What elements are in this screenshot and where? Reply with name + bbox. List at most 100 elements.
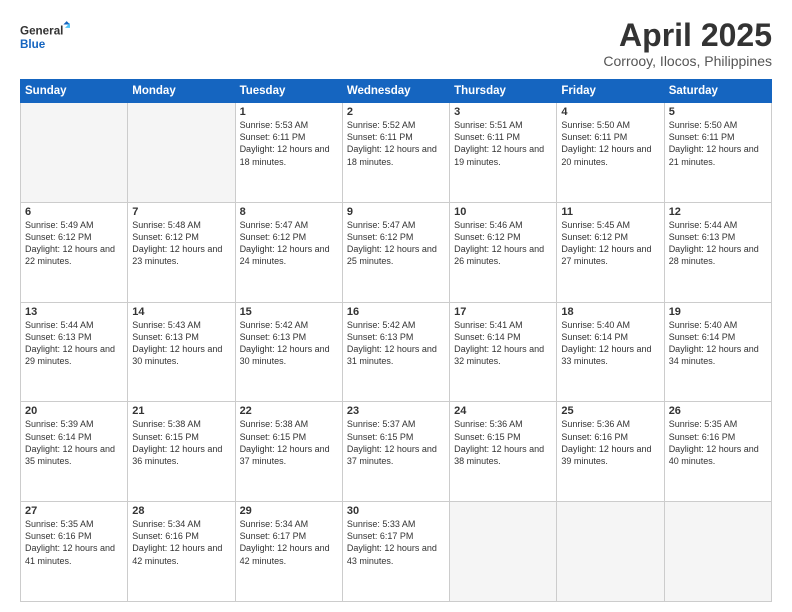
day-number: 10 <box>454 206 552 218</box>
day-info: Sunrise: 5:33 AM Sunset: 6:17 PM Dayligh… <box>347 518 445 567</box>
day-number: 2 <box>347 106 445 118</box>
table-row: 5Sunrise: 5:50 AM Sunset: 6:11 PM Daylig… <box>664 103 771 203</box>
table-row: 30Sunrise: 5:33 AM Sunset: 6:17 PM Dayli… <box>342 502 449 602</box>
day-number: 28 <box>132 505 230 517</box>
col-monday: Monday <box>128 80 235 103</box>
day-info: Sunrise: 5:47 AM Sunset: 6:12 PM Dayligh… <box>347 219 445 268</box>
col-saturday: Saturday <box>664 80 771 103</box>
calendar-week-row: 27Sunrise: 5:35 AM Sunset: 6:16 PM Dayli… <box>21 502 772 602</box>
day-number: 30 <box>347 505 445 517</box>
table-row: 20Sunrise: 5:39 AM Sunset: 6:14 PM Dayli… <box>21 402 128 502</box>
table-row: 2Sunrise: 5:52 AM Sunset: 6:11 PM Daylig… <box>342 103 449 203</box>
day-info: Sunrise: 5:40 AM Sunset: 6:14 PM Dayligh… <box>669 319 767 368</box>
page: General Blue April 2025 Corrooy, Ilocos,… <box>0 0 792 612</box>
calendar-week-row: 13Sunrise: 5:44 AM Sunset: 6:13 PM Dayli… <box>21 302 772 402</box>
day-number: 6 <box>25 206 123 218</box>
day-number: 8 <box>240 206 338 218</box>
day-info: Sunrise: 5:48 AM Sunset: 6:12 PM Dayligh… <box>132 219 230 268</box>
day-number: 16 <box>347 306 445 318</box>
day-number: 14 <box>132 306 230 318</box>
day-info: Sunrise: 5:34 AM Sunset: 6:16 PM Dayligh… <box>132 518 230 567</box>
day-number: 29 <box>240 505 338 517</box>
day-info: Sunrise: 5:44 AM Sunset: 6:13 PM Dayligh… <box>25 319 123 368</box>
day-info: Sunrise: 5:38 AM Sunset: 6:15 PM Dayligh… <box>132 418 230 467</box>
table-row: 14Sunrise: 5:43 AM Sunset: 6:13 PM Dayli… <box>128 302 235 402</box>
day-number: 1 <box>240 106 338 118</box>
calendar-header-row: Sunday Monday Tuesday Wednesday Thursday… <box>21 80 772 103</box>
day-info: Sunrise: 5:49 AM Sunset: 6:12 PM Dayligh… <box>25 219 123 268</box>
table-row: 12Sunrise: 5:44 AM Sunset: 6:13 PM Dayli… <box>664 202 771 302</box>
day-number: 17 <box>454 306 552 318</box>
table-row <box>664 502 771 602</box>
day-info: Sunrise: 5:37 AM Sunset: 6:15 PM Dayligh… <box>347 418 445 467</box>
title-block: April 2025 Corrooy, Ilocos, Philippines <box>603 18 772 69</box>
day-number: 19 <box>669 306 767 318</box>
location: Corrooy, Ilocos, Philippines <box>603 53 772 69</box>
col-sunday: Sunday <box>21 80 128 103</box>
day-number: 27 <box>25 505 123 517</box>
table-row: 8Sunrise: 5:47 AM Sunset: 6:12 PM Daylig… <box>235 202 342 302</box>
col-friday: Friday <box>557 80 664 103</box>
day-info: Sunrise: 5:51 AM Sunset: 6:11 PM Dayligh… <box>454 119 552 168</box>
day-info: Sunrise: 5:35 AM Sunset: 6:16 PM Dayligh… <box>669 418 767 467</box>
day-number: 20 <box>25 405 123 417</box>
table-row: 11Sunrise: 5:45 AM Sunset: 6:12 PM Dayli… <box>557 202 664 302</box>
day-info: Sunrise: 5:36 AM Sunset: 6:15 PM Dayligh… <box>454 418 552 467</box>
day-info: Sunrise: 5:41 AM Sunset: 6:14 PM Dayligh… <box>454 319 552 368</box>
col-thursday: Thursday <box>450 80 557 103</box>
day-info: Sunrise: 5:42 AM Sunset: 6:13 PM Dayligh… <box>347 319 445 368</box>
day-info: Sunrise: 5:38 AM Sunset: 6:15 PM Dayligh… <box>240 418 338 467</box>
day-info: Sunrise: 5:43 AM Sunset: 6:13 PM Dayligh… <box>132 319 230 368</box>
day-number: 3 <box>454 106 552 118</box>
table-row: 4Sunrise: 5:50 AM Sunset: 6:11 PM Daylig… <box>557 103 664 203</box>
table-row: 17Sunrise: 5:41 AM Sunset: 6:14 PM Dayli… <box>450 302 557 402</box>
day-info: Sunrise: 5:36 AM Sunset: 6:16 PM Dayligh… <box>561 418 659 467</box>
day-info: Sunrise: 5:52 AM Sunset: 6:11 PM Dayligh… <box>347 119 445 168</box>
day-info: Sunrise: 5:53 AM Sunset: 6:11 PM Dayligh… <box>240 119 338 168</box>
day-info: Sunrise: 5:46 AM Sunset: 6:12 PM Dayligh… <box>454 219 552 268</box>
day-number: 25 <box>561 405 659 417</box>
table-row: 29Sunrise: 5:34 AM Sunset: 6:17 PM Dayli… <box>235 502 342 602</box>
table-row: 18Sunrise: 5:40 AM Sunset: 6:14 PM Dayli… <box>557 302 664 402</box>
col-tuesday: Tuesday <box>235 80 342 103</box>
svg-text:General: General <box>20 25 63 38</box>
day-number: 7 <box>132 206 230 218</box>
table-row: 28Sunrise: 5:34 AM Sunset: 6:16 PM Dayli… <box>128 502 235 602</box>
day-number: 13 <box>25 306 123 318</box>
table-row: 16Sunrise: 5:42 AM Sunset: 6:13 PM Dayli… <box>342 302 449 402</box>
table-row: 1Sunrise: 5:53 AM Sunset: 6:11 PM Daylig… <box>235 103 342 203</box>
day-info: Sunrise: 5:42 AM Sunset: 6:13 PM Dayligh… <box>240 319 338 368</box>
month-title: April 2025 <box>603 18 772 53</box>
table-row: 27Sunrise: 5:35 AM Sunset: 6:16 PM Dayli… <box>21 502 128 602</box>
day-info: Sunrise: 5:45 AM Sunset: 6:12 PM Dayligh… <box>561 219 659 268</box>
table-row: 24Sunrise: 5:36 AM Sunset: 6:15 PM Dayli… <box>450 402 557 502</box>
table-row: 3Sunrise: 5:51 AM Sunset: 6:11 PM Daylig… <box>450 103 557 203</box>
svg-text:Blue: Blue <box>20 38 46 51</box>
logo: General Blue <box>20 18 70 56</box>
table-row: 15Sunrise: 5:42 AM Sunset: 6:13 PM Dayli… <box>235 302 342 402</box>
day-info: Sunrise: 5:47 AM Sunset: 6:12 PM Dayligh… <box>240 219 338 268</box>
day-info: Sunrise: 5:39 AM Sunset: 6:14 PM Dayligh… <box>25 418 123 467</box>
table-row <box>21 103 128 203</box>
day-number: 5 <box>669 106 767 118</box>
table-row: 7Sunrise: 5:48 AM Sunset: 6:12 PM Daylig… <box>128 202 235 302</box>
day-number: 9 <box>347 206 445 218</box>
table-row <box>557 502 664 602</box>
table-row: 13Sunrise: 5:44 AM Sunset: 6:13 PM Dayli… <box>21 302 128 402</box>
header: General Blue April 2025 Corrooy, Ilocos,… <box>20 18 772 69</box>
calendar-table: Sunday Monday Tuesday Wednesday Thursday… <box>20 79 772 602</box>
table-row: 10Sunrise: 5:46 AM Sunset: 6:12 PM Dayli… <box>450 202 557 302</box>
day-number: 12 <box>669 206 767 218</box>
day-info: Sunrise: 5:50 AM Sunset: 6:11 PM Dayligh… <box>669 119 767 168</box>
day-info: Sunrise: 5:40 AM Sunset: 6:14 PM Dayligh… <box>561 319 659 368</box>
table-row <box>450 502 557 602</box>
table-row: 9Sunrise: 5:47 AM Sunset: 6:12 PM Daylig… <box>342 202 449 302</box>
day-info: Sunrise: 5:50 AM Sunset: 6:11 PM Dayligh… <box>561 119 659 168</box>
day-number: 21 <box>132 405 230 417</box>
day-number: 4 <box>561 106 659 118</box>
calendar-week-row: 6Sunrise: 5:49 AM Sunset: 6:12 PM Daylig… <box>21 202 772 302</box>
table-row: 22Sunrise: 5:38 AM Sunset: 6:15 PM Dayli… <box>235 402 342 502</box>
table-row: 23Sunrise: 5:37 AM Sunset: 6:15 PM Dayli… <box>342 402 449 502</box>
day-number: 24 <box>454 405 552 417</box>
table-row <box>128 103 235 203</box>
